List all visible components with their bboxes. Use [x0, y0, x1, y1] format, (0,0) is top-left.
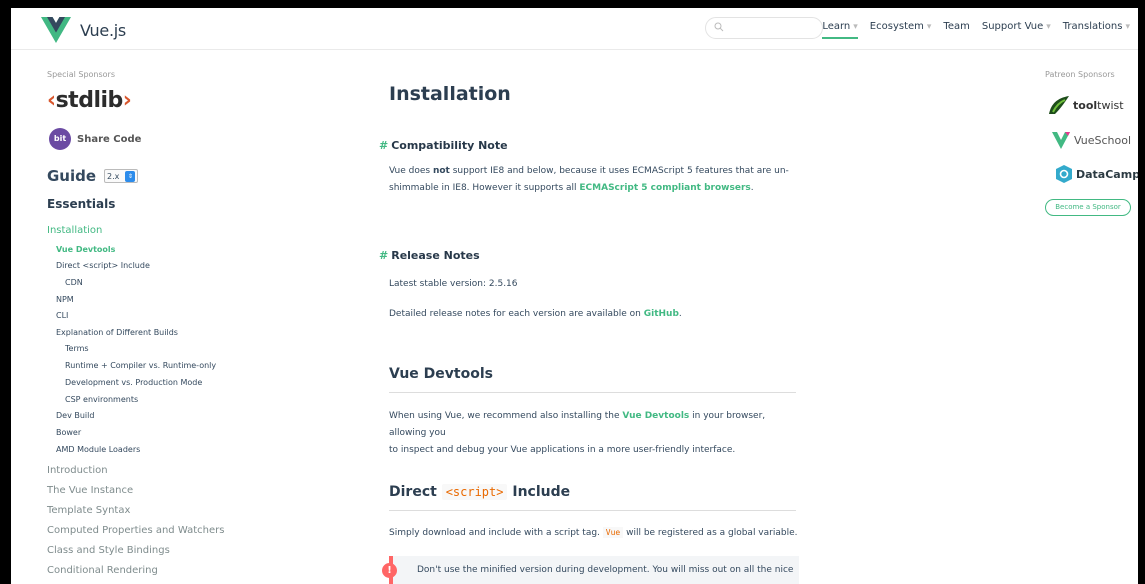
chevron-down-icon: ▾ — [1046, 22, 1051, 32]
chevron-down-icon: ▾ — [926, 22, 932, 32]
top-header: Vue.js Learn ▾ Ecosystem ▾ Team Support Vu… — [11, 8, 1138, 50]
vueschool-logo-icon — [1052, 132, 1070, 149]
nav-translations-label: Translations — [1062, 21, 1123, 32]
nav-learn[interactable]: Learn ▾ — [822, 21, 858, 39]
release-detail: Detailed release notes for each version … — [389, 306, 799, 323]
text: Direct — [389, 484, 442, 500]
nav-support-vue[interactable]: Support Vue ▾ — [982, 21, 1051, 39]
devtools-line-1: When using Vue, we recommend also instal… — [389, 408, 799, 442]
github-link[interactable]: GitHub — [644, 309, 679, 319]
release-version: Latest stable version: 2.5.16 — [389, 279, 518, 289]
devtools-paragraph: When using Vue, we recommend also instal… — [389, 408, 799, 459]
datacamp-logo-icon — [1056, 165, 1072, 183]
patreon-sponsors: Patreon Sponsors tooltwist VueSchool Dat… — [1031, 50, 1138, 350]
compat-heading: # Compatibility Note — [379, 139, 508, 152]
main-nav: Learn ▾ Ecosystem ▾ Team Support Vue ▾ Tran… — [810, 21, 1130, 39]
text: will be registered as a global variable. — [623, 528, 798, 538]
nav-ecosystem[interactable]: Ecosystem ▾ — [870, 21, 932, 39]
vue-devtools-link[interactable]: Vue Devtools — [622, 411, 689, 421]
nav-translations[interactable]: Translations ▾ — [1063, 21, 1130, 39]
release-heading: # Release Notes — [379, 249, 480, 262]
nav-learn-label: Learn — [822, 21, 851, 32]
search-input[interactable] — [705, 17, 823, 39]
page-title: Installation — [389, 83, 511, 105]
release-heading-text: Release Notes — [391, 249, 480, 262]
nav-team[interactable]: Team — [943, 21, 969, 39]
devtools-line-2: to inspect and debug your Vue applicatio… — [389, 445, 736, 455]
warning-tip: Don't use the minified version during de… — [389, 556, 799, 584]
es5-browsers-link[interactable]: ECMAScript 5 compliant browsers — [579, 183, 750, 193]
text: shimmable in IE8. However it supports al… — [389, 183, 580, 193]
compat-line-2: shimmable in IE8. However it supports al… — [389, 180, 799, 197]
browser-page: Vue.js Learn ▾ Ecosystem ▾ Team Support Vu… — [11, 8, 1138, 584]
warning-icon: ! — [382, 563, 397, 578]
chevron-down-icon: ▾ — [853, 22, 858, 32]
vue-logo-link[interactable]: Vue.js — [41, 17, 126, 43]
tooltwist-logo-icon — [1049, 96, 1069, 114]
compat-heading-text: Compatibility Note — [391, 139, 508, 152]
direct-include-heading: Direct <script> Include — [389, 484, 796, 511]
inline-code: <script> — [441, 484, 508, 500]
anchor-link[interactable]: # — [379, 139, 388, 152]
main-content: Installation # Compatibility Note Vue doe… — [11, 50, 1138, 584]
brand-name: Vue.js — [80, 20, 126, 40]
vueschool-sponsor[interactable]: VueSchool — [1051, 130, 1131, 150]
nav-support-label: Support Vue — [981, 21, 1044, 32]
chevron-down-icon: ▾ — [1125, 22, 1130, 32]
text: Simply download and include with a scrip… — [389, 528, 603, 538]
patreon-sponsors-label: Patreon Sponsors — [1045, 70, 1115, 79]
text: support IE8 and below, because it uses E… — [449, 166, 789, 176]
text: Include — [507, 484, 571, 500]
become-sponsor-button[interactable]: Become a Sponsor — [1045, 199, 1131, 216]
text: Vue does — [389, 166, 433, 176]
tip-text: Don't use the minified version during de… — [417, 565, 794, 575]
nav-ecosystem-label: Ecosystem — [869, 21, 924, 32]
tooltwist-sponsor[interactable]: tooltwist — [1047, 94, 1124, 116]
tooltwist-bold: tool — [1073, 98, 1098, 112]
direct-include-paragraph: Simply download and include with a scrip… — [389, 524, 799, 542]
bold-text: not — [432, 166, 450, 176]
vueschool-name: VueSchool — [1074, 133, 1132, 147]
datacamp-name: DataCamp — [1076, 167, 1138, 181]
vue-logo-icon — [41, 17, 71, 43]
text: Detailed release notes for each version … — [389, 309, 644, 319]
datacamp-sponsor[interactable]: DataCamp — [1055, 164, 1138, 184]
text: . — [750, 183, 754, 193]
anchor-link[interactable]: # — [379, 249, 388, 262]
text: . — [678, 309, 682, 319]
inline-code: Vue — [602, 527, 624, 538]
compat-paragraph: Vue does not support IE8 and below, beca… — [389, 163, 799, 197]
text: When using Vue, we recommend also instal… — [389, 411, 623, 421]
tooltwist-name: tooltwist — [1073, 99, 1124, 112]
compat-line-1: Vue does not support IE8 and below, beca… — [389, 163, 799, 180]
search-icon — [714, 22, 724, 32]
nav-team-label: Team — [943, 21, 970, 32]
devtools-heading: Vue Devtools — [389, 366, 796, 393]
tooltwist-rest: twist — [1097, 98, 1124, 112]
